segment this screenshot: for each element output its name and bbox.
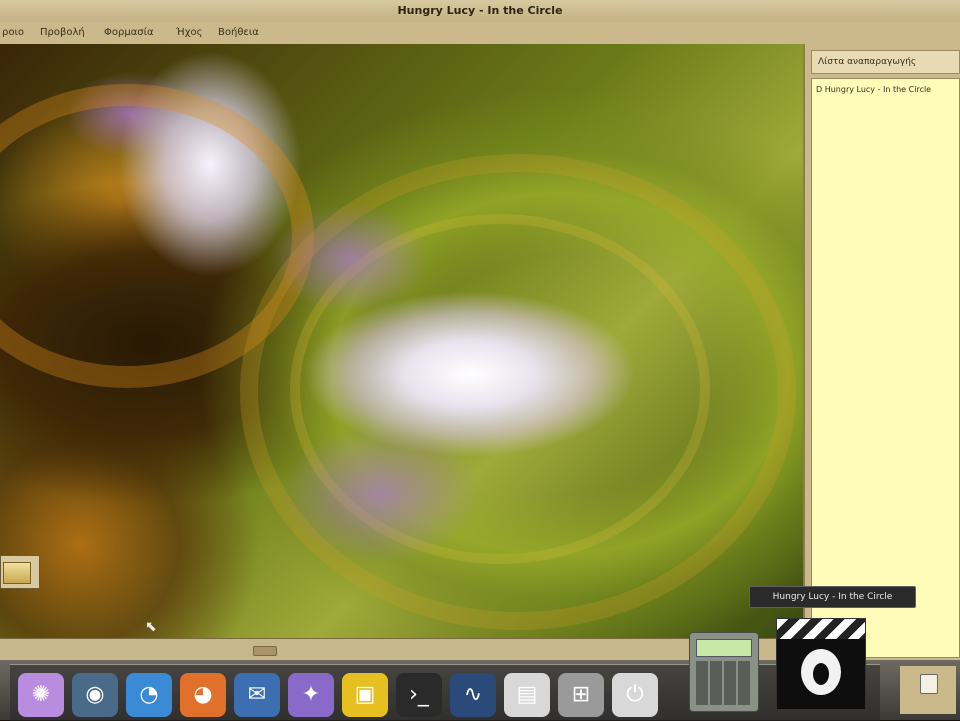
power-icon[interactable]: ⏻: [612, 673, 658, 717]
pidgin-icon-glyph: ✦: [301, 682, 321, 707]
office-icon-glyph: ▣: [354, 682, 376, 707]
menu-item-view[interactable]: Προβολή: [40, 27, 85, 38]
trash-icon[interactable]: [920, 674, 938, 694]
gnome-menu-icon[interactable]: ✺: [18, 673, 64, 717]
mouse-cursor-icon: ⬉: [145, 619, 157, 635]
terminal-icon-glyph: ›_: [409, 682, 429, 707]
globe-icon-glyph: ◉: [85, 682, 105, 707]
menu-item-help[interactable]: Βοήθεια: [218, 27, 259, 38]
trash-tray: [900, 666, 956, 714]
menu-bar: ροιο Προβολή Φορμασία Ήχος Βοήθεια: [0, 22, 960, 45]
web-browser-icon[interactable]: ◔: [126, 673, 172, 717]
window-title-bar[interactable]: Hungry Lucy - In the Circle: [0, 0, 960, 23]
globe-icon[interactable]: ◉: [72, 673, 118, 717]
seek-handle[interactable]: [253, 646, 277, 656]
firefox-icon[interactable]: ◕: [180, 673, 226, 717]
window-title: Hungry Lucy - In the Circle: [397, 4, 563, 17]
playlist-panel: Λίστα αναπαραγωγής D Hungry Lucy - In th…: [803, 44, 960, 660]
side-panel-tab[interactable]: [0, 555, 40, 589]
file-manager-icon[interactable]: ▤: [504, 673, 550, 717]
web-browser-icon-glyph: ◔: [139, 682, 159, 707]
seek-bar[interactable]: [0, 638, 803, 661]
gnome-menu-icon-glyph: ✺: [31, 682, 51, 707]
thunderbird-icon[interactable]: ✉: [234, 673, 280, 717]
playlist-item[interactable]: D Hungry Lucy - In the Circle: [816, 85, 959, 94]
menu-item-file[interactable]: ροιο: [2, 27, 24, 38]
power-icon-glyph: ⏻: [626, 682, 644, 707]
calculator-icon[interactable]: [689, 632, 759, 712]
firefox-icon-glyph: ◕: [193, 682, 213, 707]
network-icon[interactable]: ⊞: [558, 673, 604, 717]
playlist-list[interactable]: D Hungry Lucy - In the Circle: [811, 78, 960, 658]
terminal-icon[interactable]: ›_: [396, 673, 442, 717]
menu-item-format[interactable]: Φορμασία: [104, 27, 154, 38]
pidgin-icon[interactable]: ✦: [288, 673, 334, 717]
network-icon-glyph: ⊞: [571, 682, 591, 707]
playlist-header[interactable]: Λίστα αναπαραγωγής: [811, 50, 960, 74]
video-player-icon[interactable]: [776, 618, 866, 710]
video-display[interactable]: ⬉: [0, 44, 803, 638]
system-monitor-icon[interactable]: ∿: [450, 673, 496, 717]
menu-item-audio[interactable]: Ήχος: [176, 27, 202, 38]
file-manager-icon-glyph: ▤: [516, 682, 538, 707]
thunderbird-icon-glyph: ✉: [247, 682, 267, 707]
dock-tooltip: Hungry Lucy - In the Circle: [749, 586, 916, 608]
system-monitor-icon-glyph: ∿: [463, 682, 483, 707]
office-icon[interactable]: ▣: [342, 673, 388, 717]
